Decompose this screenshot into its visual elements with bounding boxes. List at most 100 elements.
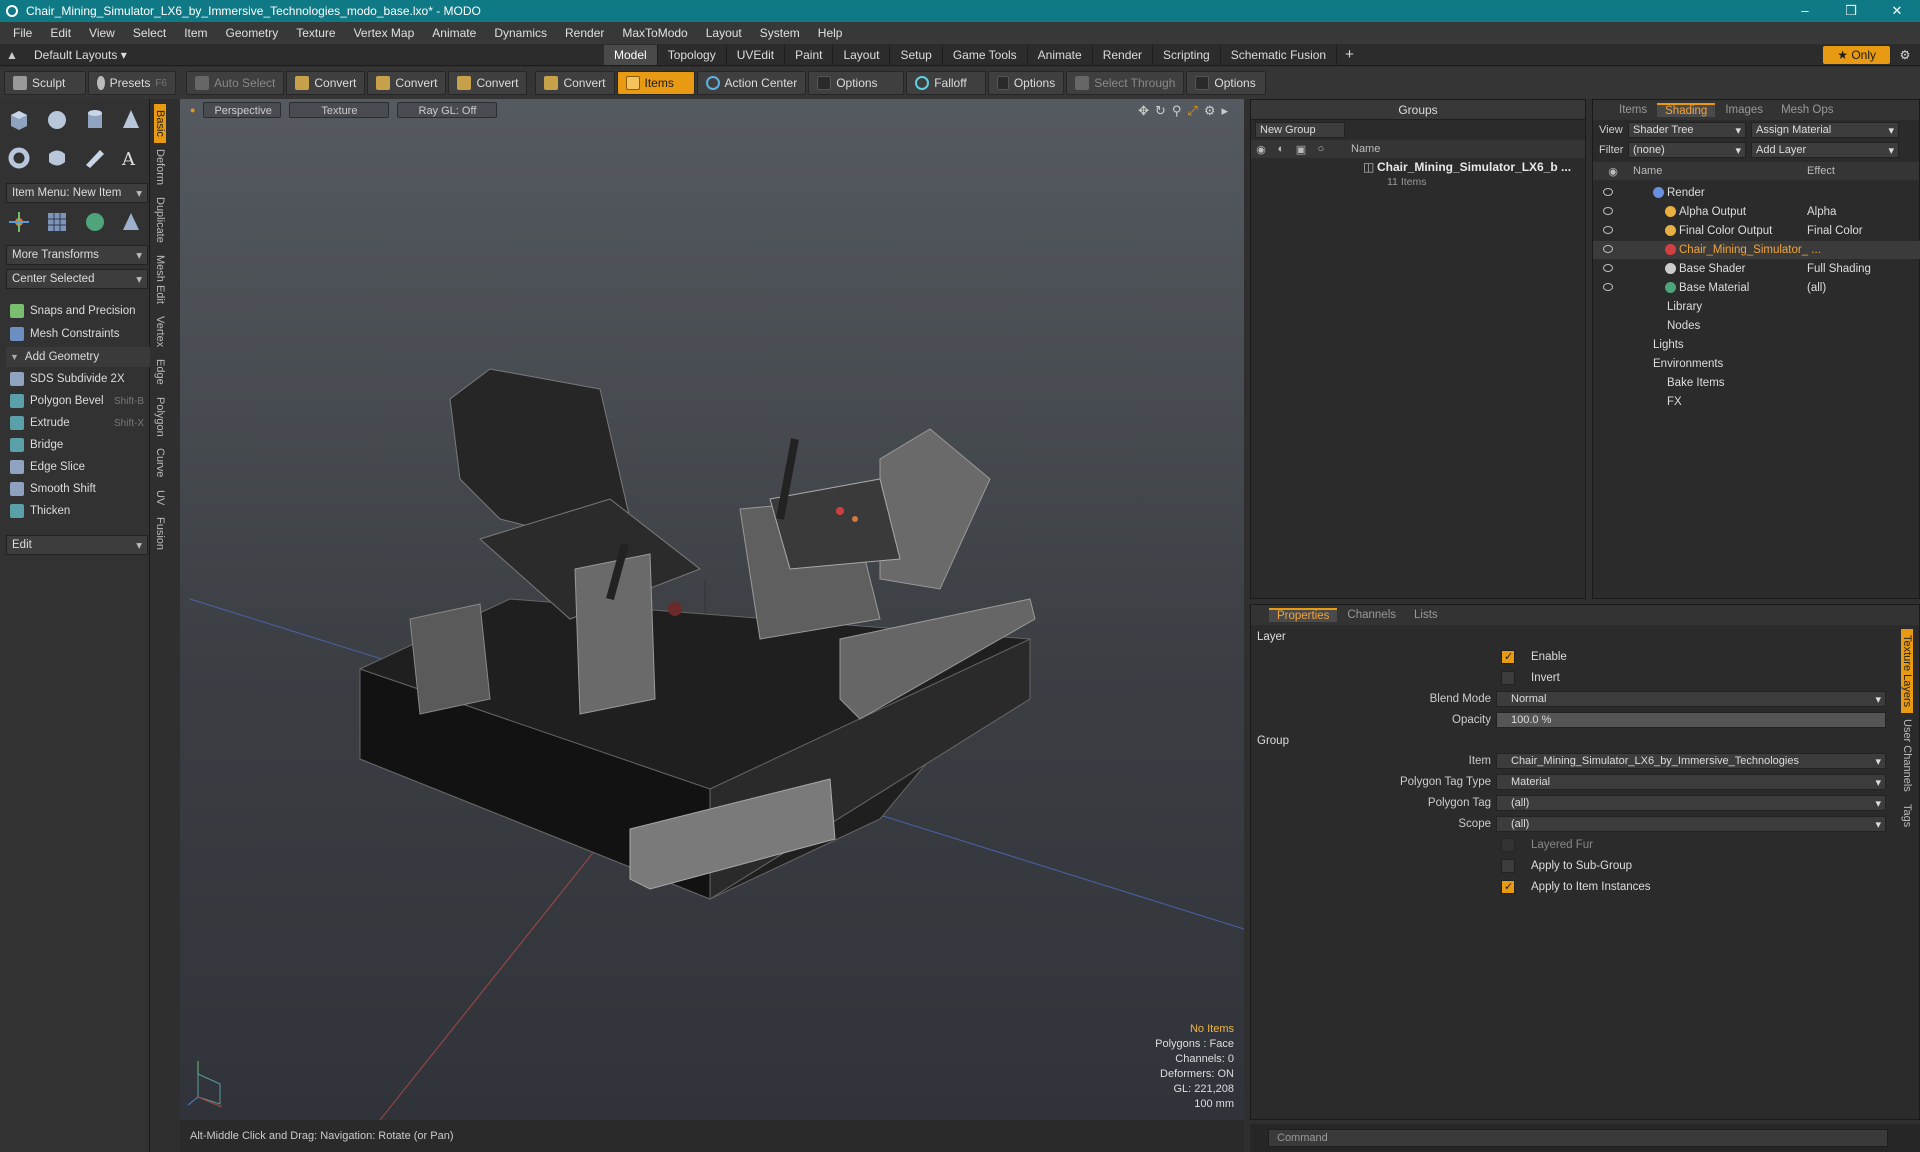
convert-polygons-button[interactable]: Convert: [448, 71, 528, 95]
tab-layout[interactable]: Layout: [833, 44, 891, 65]
capsule-icon[interactable]: [44, 145, 70, 171]
snaps-precision-button[interactable]: Snaps and Precision: [6, 301, 150, 321]
cone-icon[interactable]: [118, 107, 144, 133]
tab-paint[interactable]: Paint: [785, 44, 834, 65]
sculpt-button[interactable]: Sculpt: [4, 71, 86, 95]
menu-help[interactable]: Help: [809, 26, 852, 40]
polygon-tag-dropdown[interactable]: (all): [1496, 795, 1886, 811]
grid-icon[interactable]: [44, 209, 70, 235]
shader-tree-row[interactable]: FX: [1593, 393, 1920, 411]
menu-maxtomodo[interactable]: MaxToModo: [613, 26, 696, 40]
render-col-icon[interactable]: ◐: [1271, 143, 1291, 155]
command-input[interactable]: Command: [1268, 1129, 1888, 1147]
eye-col-icon[interactable]: ◉: [1593, 165, 1633, 178]
shader-tree-row[interactable]: Render: [1593, 184, 1920, 202]
assign-material-dropdown[interactable]: Assign Material: [1751, 122, 1899, 138]
cylinder-icon[interactable]: [82, 107, 108, 133]
3d-viewport[interactable]: ● Perspective Texture Ray GL: Off ✥ ↻ ⚲ …: [180, 99, 1244, 1120]
chair-model[interactable]: [359, 368, 1036, 900]
tab-shading[interactable]: Shading: [1657, 103, 1716, 117]
tab-lists[interactable]: Lists: [1406, 609, 1446, 621]
falloff-options-button[interactable]: Options: [988, 71, 1065, 95]
add-tab-icon[interactable]: +: [1337, 46, 1362, 63]
side-tab-tags[interactable]: Tags: [1901, 798, 1913, 833]
shader-tree-row[interactable]: Nodes: [1593, 317, 1920, 335]
shader-layer-effect[interactable]: Final Color: [1807, 225, 1863, 237]
side-tab-user-channels[interactable]: User Channels: [1901, 713, 1913, 798]
more-transforms-dropdown[interactable]: More Transforms: [6, 245, 148, 265]
convert-edges-button[interactable]: Convert: [367, 71, 447, 95]
menu-item[interactable]: Item: [175, 26, 216, 40]
tab-images[interactable]: Images: [1717, 104, 1771, 116]
menu-select[interactable]: Select: [124, 26, 175, 40]
visibility-eye-icon[interactable]: [1603, 207, 1613, 215]
polygon-bevel-button[interactable]: Polygon Bevel Shift-B: [6, 391, 150, 411]
vtab-vertex[interactable]: Vertex: [154, 310, 166, 353]
tab-game-tools[interactable]: Game Tools: [943, 44, 1028, 65]
mesh-constraints-button[interactable]: Mesh Constraints: [6, 324, 150, 344]
select-through-button[interactable]: Select Through: [1066, 71, 1185, 95]
tab-topology[interactable]: Topology: [658, 44, 727, 65]
opacity-field[interactable]: 100.0 %: [1496, 712, 1886, 728]
menu-file[interactable]: File: [4, 26, 41, 40]
thicken-button[interactable]: Thicken: [6, 501, 150, 521]
group-row[interactable]: ◫ Chair_Mining_Simulator_LX6_b ... 11 It…: [1251, 158, 1585, 194]
text-icon[interactable]: A: [118, 145, 144, 171]
visibility-eye-icon[interactable]: [1603, 264, 1613, 272]
blend-mode-dropdown[interactable]: Normal: [1496, 691, 1886, 707]
menu-texture[interactable]: Texture: [287, 26, 344, 40]
layouts-dropdown[interactable]: Default Layouts ▾: [24, 48, 604, 62]
shader-tree-row[interactable]: Base Material (all): [1593, 279, 1920, 297]
action-center-button[interactable]: Action Center: [696, 71, 807, 95]
sds-subdivide-button[interactable]: SDS Subdivide 2X: [6, 369, 150, 389]
tab-setup[interactable]: Setup: [890, 44, 943, 65]
polygon-tag-type-dropdown[interactable]: Material: [1496, 774, 1886, 790]
tab-uvedit[interactable]: UVEdit: [727, 44, 786, 65]
transform-icon[interactable]: [6, 209, 32, 235]
edge-slice-button[interactable]: Edge Slice: [6, 457, 150, 477]
menu-view[interactable]: View: [80, 26, 124, 40]
vtab-deform[interactable]: Deform: [154, 143, 166, 191]
vtab-curve[interactable]: Curve: [154, 442, 166, 483]
convert-materials-button[interactable]: Convert: [535, 71, 615, 95]
falloff-button[interactable]: Falloff: [906, 71, 987, 95]
menu-render[interactable]: Render: [556, 26, 613, 40]
menu-layout[interactable]: Layout: [697, 26, 751, 40]
tab-schematic-fusion[interactable]: Schematic Fusion: [1221, 44, 1338, 65]
sphere-icon[interactable]: [44, 107, 70, 133]
tab-mesh-ops[interactable]: Mesh Ops: [1773, 104, 1841, 116]
filter-dropdown[interactable]: (none): [1628, 142, 1746, 158]
enable-checkbox[interactable]: [1501, 650, 1515, 664]
pin-icon[interactable]: ▲: [0, 48, 24, 62]
visibility-col-icon[interactable]: ◉: [1251, 143, 1271, 156]
presets-button[interactable]: Presets F6: [88, 71, 176, 95]
action-center-options-button[interactable]: Options: [808, 71, 905, 95]
menu-geometry[interactable]: Geometry: [217, 26, 288, 40]
sub-group-checkbox[interactable]: [1501, 859, 1515, 873]
mesh-cone-icon[interactable]: [118, 209, 144, 235]
tab-items[interactable]: Items: [1611, 104, 1655, 116]
menu-dynamics[interactable]: Dynamics: [485, 26, 556, 40]
visibility-eye-icon[interactable]: [1603, 283, 1613, 291]
bridge-button[interactable]: Bridge: [6, 435, 150, 455]
vtab-basic[interactable]: Basic: [154, 104, 166, 143]
settings-gear-icon[interactable]: ⚙: [1890, 48, 1920, 62]
cube-icon[interactable]: [6, 107, 32, 133]
shader-tree-row[interactable]: Alpha Output Alpha: [1593, 203, 1920, 221]
add-geometry-section[interactable]: ▼ Add Geometry: [6, 347, 150, 367]
shader-tree-row[interactable]: Bake Items: [1593, 374, 1920, 392]
vtab-duplicate[interactable]: Duplicate: [154, 191, 166, 249]
tab-render[interactable]: Render: [1093, 44, 1154, 65]
tab-animate[interactable]: Animate: [1028, 44, 1093, 65]
tab-properties[interactable]: Properties: [1269, 608, 1338, 622]
tab-channels[interactable]: Channels: [1339, 609, 1404, 621]
extrude-button[interactable]: Extrude Shift-X: [6, 413, 150, 433]
vtab-fusion[interactable]: Fusion: [154, 511, 166, 556]
select-col-icon[interactable]: ○: [1311, 143, 1331, 155]
torus-icon[interactable]: [6, 145, 32, 171]
lock-col-icon[interactable]: ▣: [1291, 143, 1311, 156]
convert-vertices-button[interactable]: Convert: [286, 71, 366, 95]
visibility-eye-icon[interactable]: [1603, 226, 1613, 234]
center-selected-dropdown[interactable]: Center Selected: [6, 269, 148, 289]
visibility-eye-icon[interactable]: [1603, 245, 1613, 253]
